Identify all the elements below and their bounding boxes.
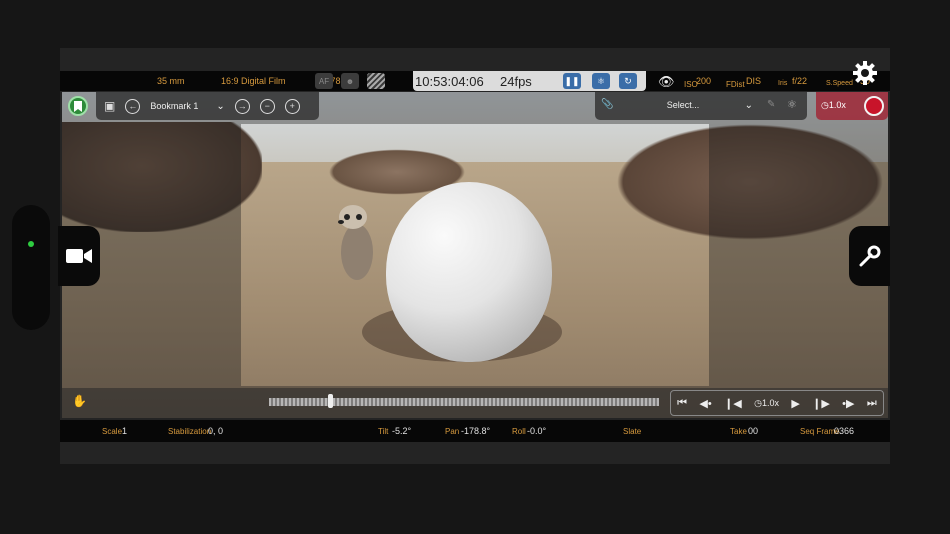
camera-hide-icon[interactable]: ▣ bbox=[104, 99, 115, 113]
side-panel-left bbox=[12, 205, 50, 330]
playback-speed-value: 1.0x bbox=[761, 397, 779, 408]
slate-label: Slate bbox=[623, 427, 642, 436]
fdist-label: FDist bbox=[726, 80, 745, 89]
stabilization-label: Stabilization bbox=[168, 427, 212, 436]
playback-speed[interactable]: ◷1.0x bbox=[754, 398, 779, 409]
select-toolbar: 📎 Select... ⌄ ✎ ⚛ bbox=[595, 92, 807, 120]
wrench-icon bbox=[859, 245, 880, 267]
top-status-bar: 35 mm 16:9 Digital Film 1.778 AF ☻ 10:53… bbox=[60, 71, 890, 91]
timeline-playhead[interactable] bbox=[327, 394, 333, 408]
take-value: 00 bbox=[748, 426, 759, 436]
device-screen: 35 mm 16:9 Digital Film 1.778 AF ☻ 10:53… bbox=[0, 0, 950, 534]
skip-end-icon[interactable]: ⏭ bbox=[867, 397, 877, 410]
step-forward-icon[interactable]: •▶ bbox=[842, 397, 854, 410]
iso-value: 200 bbox=[696, 76, 712, 86]
record-speed[interactable]: ◷1.0x bbox=[821, 100, 846, 111]
stabilization-value: 0, 0 bbox=[208, 426, 224, 436]
record-speed-value: 1.0x bbox=[828, 100, 846, 110]
frame-guide bbox=[241, 124, 709, 386]
take-label: Take bbox=[730, 427, 747, 436]
sync-icon[interactable]: ↻ bbox=[619, 73, 637, 89]
focal-length: 35 mm bbox=[157, 76, 185, 86]
rig-icon[interactable]: ⚛ bbox=[592, 73, 610, 89]
tilt-value: -5.2° bbox=[392, 426, 412, 436]
bottom-info-bar: Scale 1 Stabilization 0, 0 Tilt -5.2° Pa… bbox=[60, 420, 890, 442]
chevron-down-icon[interactable]: ⌄ bbox=[216, 101, 224, 112]
tilt-label: Tilt bbox=[378, 427, 389, 436]
pan-label: Pan bbox=[445, 427, 460, 436]
status-indicator bbox=[28, 241, 34, 247]
frame-back-icon[interactable]: ❙◀ bbox=[724, 397, 742, 410]
seq-frame-value: 0366 bbox=[834, 426, 855, 436]
roll-value: -0.0° bbox=[527, 426, 547, 436]
video-camera-icon bbox=[66, 249, 92, 263]
timecode-panel: 10:53:04:06 24fps ❚❚ ⚛ ↻ bbox=[413, 71, 646, 91]
hand-icon[interactable]: ✋ bbox=[72, 394, 87, 408]
tools-button[interactable] bbox=[849, 226, 890, 286]
shutter-speed-label: S.Speed bbox=[826, 80, 853, 87]
timecode: 10:53:04:06 bbox=[415, 74, 484, 89]
fps: 24fps bbox=[500, 74, 532, 89]
roll-label: Roll bbox=[512, 427, 526, 436]
record-toolbar: ◷1.0x bbox=[816, 92, 888, 120]
next-bookmark-button[interactable]: → bbox=[234, 98, 250, 114]
scale-label: Scale bbox=[102, 427, 123, 436]
zebra-icon[interactable] bbox=[367, 73, 385, 89]
remove-bookmark-button[interactable]: − bbox=[259, 98, 275, 114]
chevron-down-icon: ⌄ bbox=[744, 99, 753, 111]
camera-button[interactable] bbox=[58, 226, 100, 286]
iris-label: Iris bbox=[778, 80, 788, 87]
fdist-value: DIS bbox=[746, 76, 762, 86]
bookmark-toolbar: ▣ ← Bookmark 1 ⌄ → − + bbox=[96, 92, 319, 120]
camera-viewport[interactable]: ▣ ← Bookmark 1 ⌄ → − + 📎 Select... ⌄ ✎ ⚛… bbox=[62, 92, 888, 418]
iris-value: f/22 bbox=[792, 76, 808, 86]
skip-start-icon[interactable]: ⏮ bbox=[677, 397, 687, 410]
playback-controls: ⏮ ◀• ❙◀ ◷1.0x ▶ ❙▶ •▶ ⏭ bbox=[670, 390, 884, 416]
sensor-format: 16:9 Digital Film bbox=[221, 76, 286, 86]
settings-gear-icon[interactable] bbox=[852, 60, 878, 86]
record-button[interactable] bbox=[864, 96, 884, 116]
scene-rocks-left bbox=[62, 122, 262, 232]
select-dropdown[interactable]: Select... ⌄ bbox=[613, 96, 753, 114]
paperclip-icon[interactable]: 📎 bbox=[601, 99, 613, 110]
person-icon[interactable]: ☻ bbox=[341, 73, 359, 89]
pan-value: -178.8° bbox=[461, 426, 491, 436]
add-bookmark-button[interactable]: + bbox=[284, 98, 300, 114]
af-icon[interactable]: AF bbox=[315, 73, 333, 89]
timeline-scrubber: ✋ ⏮ ◀• ❙◀ ◷1.0x ▶ ❙▶ •▶ ⏭ bbox=[62, 388, 888, 418]
pause-icon[interactable]: ❚❚ bbox=[563, 73, 581, 89]
bookmark-select[interactable]: Bookmark 1 bbox=[150, 101, 206, 111]
brush-icon[interactable]: ✎ bbox=[767, 99, 775, 110]
rig-icon[interactable]: ⚛ bbox=[787, 98, 797, 111]
play-icon[interactable]: ▶ bbox=[791, 397, 799, 410]
eye-icon[interactable]: 👁 bbox=[658, 74, 675, 90]
bookmark-icon[interactable] bbox=[68, 96, 88, 116]
frame-forward-icon[interactable]: ❙▶ bbox=[812, 397, 830, 410]
previous-bookmark-button[interactable]: ← bbox=[125, 98, 141, 114]
scale-value: 1 bbox=[122, 426, 128, 436]
select-placeholder: Select... bbox=[666, 100, 700, 110]
step-back-icon[interactable]: ◀• bbox=[699, 397, 711, 410]
